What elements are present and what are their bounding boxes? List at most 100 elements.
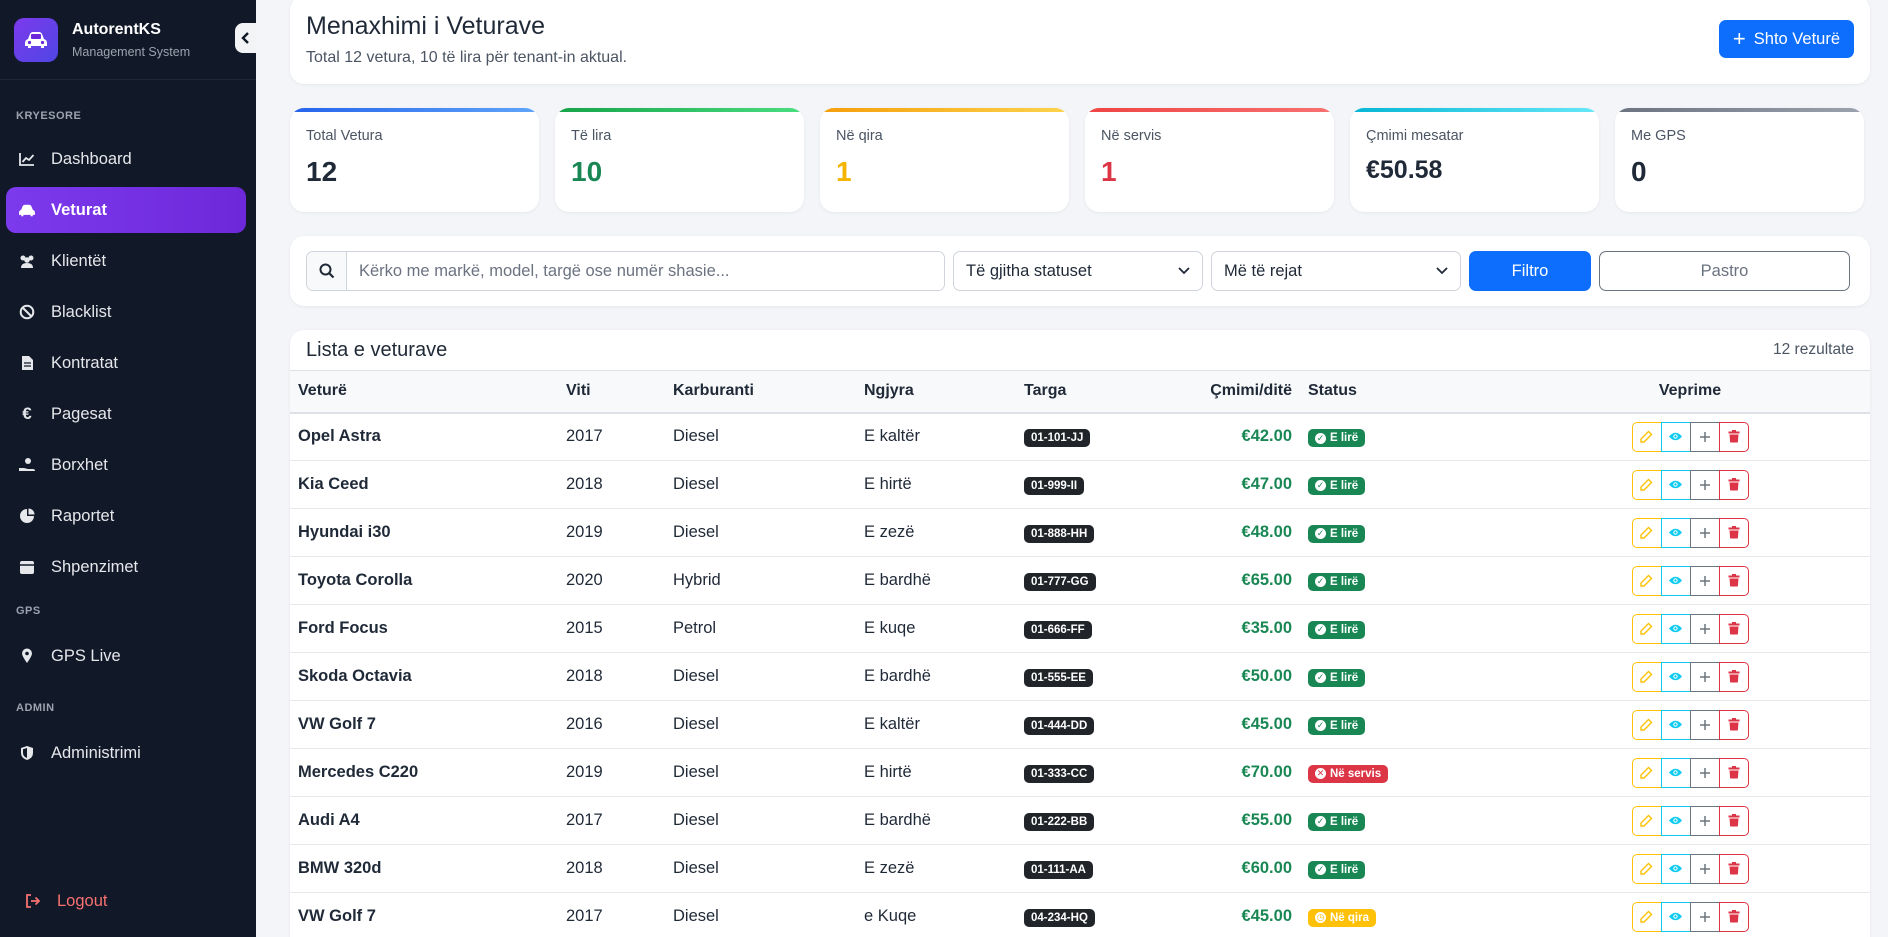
- car-name: VW Golf 7: [298, 715, 376, 733]
- table-row[interactable]: Mercedes C220 2019 Diesel E hirtë 01-333-CC €…: [290, 749, 1870, 797]
- sidebar-item-dashboard[interactable]: Dashboard: [6, 136, 246, 182]
- edit-button[interactable]: [1631, 853, 1662, 884]
- sidebar-item-klientet[interactable]: Klientët: [6, 238, 246, 284]
- column-header[interactable]: Status: [1300, 371, 1510, 413]
- sidebar-item-borxhet[interactable]: Borxhet: [6, 442, 246, 488]
- add-button[interactable]: [1689, 469, 1720, 500]
- add-button[interactable]: [1689, 853, 1720, 884]
- edit-icon: [1640, 670, 1653, 683]
- car-plate-cell: 01-222-BB: [1016, 797, 1166, 845]
- delete-button[interactable]: [1718, 757, 1749, 788]
- delete-button[interactable]: [1718, 469, 1749, 500]
- sidebar-item-veturat[interactable]: Veturat: [6, 187, 246, 233]
- column-header[interactable]: Ngjyra: [856, 371, 1016, 413]
- column-header[interactable]: Çmimi/ditë: [1166, 371, 1300, 413]
- edit-button[interactable]: [1631, 757, 1662, 788]
- column-header[interactable]: Viti: [558, 371, 665, 413]
- sidebar-item-administrimi[interactable]: Administrimi: [6, 730, 246, 776]
- sidebar-item-kontratat[interactable]: Kontratat: [6, 340, 246, 386]
- table-row[interactable]: Skoda Octavia 2018 Diesel E bardhë 01-555-EE…: [290, 653, 1870, 701]
- car-fuel: Diesel: [673, 763, 719, 781]
- sidebar-item-raportet[interactable]: Raportet: [6, 493, 246, 539]
- car-price: €50.00: [1241, 667, 1292, 685]
- view-button[interactable]: [1660, 901, 1691, 932]
- edit-button[interactable]: [1631, 661, 1662, 692]
- sidebar-item-gps-live[interactable]: GPS Live: [6, 633, 246, 679]
- column-header[interactable]: Veturë: [290, 371, 558, 413]
- delete-button[interactable]: [1718, 565, 1749, 596]
- sidebar-item-pagesat[interactable]: € Pagesat: [6, 391, 246, 437]
- table-row[interactable]: BMW 320d 2018 Diesel E zezë 01-111-AA €60.00 ✓…: [290, 845, 1870, 893]
- table-row[interactable]: Kia Ceed 2018 Diesel E hirtë 01-999-II €47.00…: [290, 461, 1870, 509]
- sidebar-item-shpenzimet[interactable]: Shpenzimet: [6, 544, 246, 590]
- edit-button[interactable]: [1631, 517, 1662, 548]
- car-year: 2015: [566, 619, 603, 637]
- view-button[interactable]: [1660, 469, 1691, 500]
- edit-button[interactable]: [1631, 565, 1662, 596]
- delete-button[interactable]: [1718, 709, 1749, 740]
- car-plate-cell: 01-555-EE: [1016, 653, 1166, 701]
- car-color: E zezë: [864, 859, 915, 877]
- delete-button[interactable]: [1718, 421, 1749, 452]
- add-button[interactable]: [1689, 565, 1720, 596]
- car-status-cell: ✓ E lirë: [1300, 509, 1510, 557]
- edit-button[interactable]: [1631, 613, 1662, 644]
- view-button[interactable]: [1660, 757, 1691, 788]
- edit-button[interactable]: [1631, 709, 1662, 740]
- car-name: Audi A4: [298, 811, 360, 829]
- table-row[interactable]: Ford Focus 2015 Petrol E kuqe 01-666-FF €35.0…: [290, 605, 1870, 653]
- car-color: E hirtë: [864, 475, 912, 493]
- search-input[interactable]: [347, 252, 944, 290]
- sidebar-item-blacklist[interactable]: Blacklist: [6, 289, 246, 335]
- add-button[interactable]: [1689, 517, 1720, 548]
- table-row[interactable]: VW Golf 7 2016 Diesel E kaltër 01-444-DD €45.…: [290, 701, 1870, 749]
- stat-accent-bar: [820, 108, 1069, 112]
- edit-button[interactable]: [1631, 805, 1662, 836]
- edit-button[interactable]: [1631, 421, 1662, 452]
- view-button[interactable]: [1660, 805, 1691, 836]
- car-year: 2018: [566, 667, 603, 685]
- column-header[interactable]: Targa: [1016, 371, 1166, 413]
- collapse-sidebar-button[interactable]: [235, 23, 257, 53]
- view-button[interactable]: [1660, 853, 1691, 884]
- add-button[interactable]: [1689, 613, 1720, 644]
- sidebar-item-label: Pagesat: [51, 404, 112, 423]
- add-button[interactable]: [1689, 709, 1720, 740]
- view-button[interactable]: [1660, 517, 1691, 548]
- edit-button[interactable]: [1631, 901, 1662, 932]
- delete-button[interactable]: [1718, 517, 1749, 548]
- car-plate-cell: 01-888-HH: [1016, 509, 1166, 557]
- status-select[interactable]: Të gjitha statuset: [953, 251, 1203, 291]
- table-row[interactable]: VW Golf 7 2017 Diesel e Kuqe 04-234-HQ €45.00…: [290, 893, 1870, 937]
- check-circle-icon: ✓: [1315, 432, 1326, 444]
- delete-button[interactable]: [1718, 661, 1749, 692]
- table-row[interactable]: Audi A4 2017 Diesel E bardhë 01-222-BB €55.00…: [290, 797, 1870, 845]
- table-row[interactable]: Opel Astra 2017 Diesel E kaltër 01-101-JJ €42…: [290, 413, 1870, 461]
- view-button[interactable]: [1660, 421, 1691, 452]
- add-button[interactable]: [1689, 757, 1720, 788]
- delete-button[interactable]: [1718, 805, 1749, 836]
- edit-button[interactable]: [1631, 469, 1662, 500]
- add-button[interactable]: [1689, 421, 1720, 452]
- logout-button[interactable]: Logout: [12, 878, 119, 924]
- add-button[interactable]: [1689, 661, 1720, 692]
- delete-button[interactable]: [1718, 613, 1749, 644]
- edit-icon: [1640, 574, 1653, 587]
- view-button[interactable]: [1660, 565, 1691, 596]
- sort-select[interactable]: Më të rejat: [1211, 251, 1461, 291]
- delete-button[interactable]: [1718, 853, 1749, 884]
- view-button[interactable]: [1660, 613, 1691, 644]
- table-row[interactable]: Toyota Corolla 2020 Hybrid E bardhë 01-777-G…: [290, 557, 1870, 605]
- table-row[interactable]: Hyundai i30 2019 Diesel E zezë 01-888-HH €48.…: [290, 509, 1870, 557]
- plate-badge: 01-101-JJ: [1024, 428, 1091, 447]
- view-button[interactable]: [1660, 661, 1691, 692]
- add-button[interactable]: [1689, 901, 1720, 932]
- add-car-button[interactable]: + Shto Veturë: [1718, 20, 1854, 58]
- view-button[interactable]: [1660, 709, 1691, 740]
- add-button[interactable]: [1689, 805, 1720, 836]
- car-logo-icon: [14, 17, 58, 62]
- delete-button[interactable]: [1718, 901, 1749, 932]
- clear-button[interactable]: Pastro: [1599, 251, 1850, 291]
- filter-button[interactable]: Filtro: [1469, 251, 1591, 291]
- column-header[interactable]: Karburanti: [665, 371, 856, 413]
